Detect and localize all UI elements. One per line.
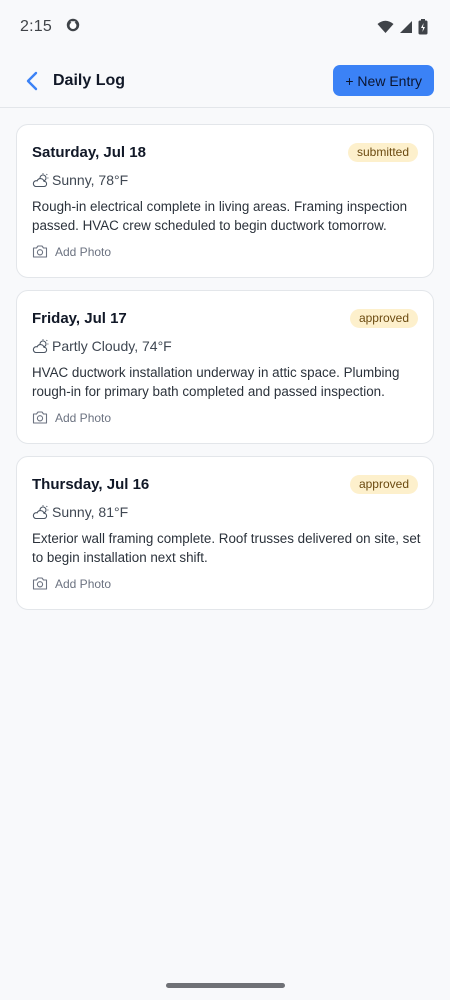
entry-card[interactable]: Thursday, Jul 16 approved Sunny, 81°F Ex…: [16, 456, 434, 610]
entry-date: Saturday, Jul 18: [32, 143, 146, 161]
entry-card[interactable]: Saturday, Jul 18 submitted Sunny, 78°F R…: [16, 124, 434, 278]
entry-weather: Sunny, 81°F: [52, 504, 129, 520]
entry-note: HVAC ductwork installation underway in a…: [32, 365, 400, 399]
add-photo-button[interactable]: Add Photo: [32, 575, 111, 592]
entry-date: Thursday, Jul 16: [32, 475, 150, 493]
entry-note: Rough-in electrical complete in living a…: [32, 199, 408, 233]
add-photo-label: Add Photo: [55, 244, 112, 259]
app-status-icon: [66, 18, 80, 37]
status-badge: approved: [349, 474, 418, 494]
status-badge: submitted: [347, 142, 418, 162]
chevron-left-icon: [26, 71, 38, 90]
camera-icon: [32, 409, 49, 426]
battery-icon: [418, 19, 428, 35]
entry-list: Saturday, Jul 18 submitted Sunny, 78°F R…: [16, 124, 434, 622]
entry-card[interactable]: Friday, Jul 17 approved Partly Cloudy, 7…: [16, 290, 434, 444]
wifi-icon: [377, 20, 394, 34]
cloud-sun-icon: [32, 504, 49, 521]
app-bar: Daily Log + New Entry: [0, 54, 450, 108]
camera-icon: [32, 243, 49, 260]
home-indicator[interactable]: [166, 983, 285, 988]
entry-date: Friday, Jul 17: [32, 309, 127, 327]
signal-icon: [399, 20, 413, 34]
entry-note: Exterior wall framing complete. Roof tru…: [32, 531, 421, 565]
new-entry-button[interactable]: + New Entry: [333, 65, 434, 96]
page-title: Daily Log: [53, 71, 126, 89]
add-photo-button[interactable]: Add Photo: [32, 243, 111, 260]
back-button[interactable]: [20, 69, 44, 93]
camera-icon: [32, 575, 49, 592]
cloud-sun-icon: [32, 172, 49, 189]
status-time: 2:15: [20, 18, 52, 35]
cloud-sun-icon: [32, 338, 49, 355]
add-photo-label: Add Photo: [55, 410, 112, 425]
status-badge: approved: [349, 308, 418, 328]
add-photo-label: Add Photo: [55, 576, 112, 591]
entry-weather: Partly Cloudy, 74°F: [52, 338, 172, 354]
entry-weather: Sunny, 78°F: [52, 172, 129, 188]
status-bar: 2:15: [0, 0, 450, 54]
add-photo-button[interactable]: Add Photo: [32, 409, 111, 426]
